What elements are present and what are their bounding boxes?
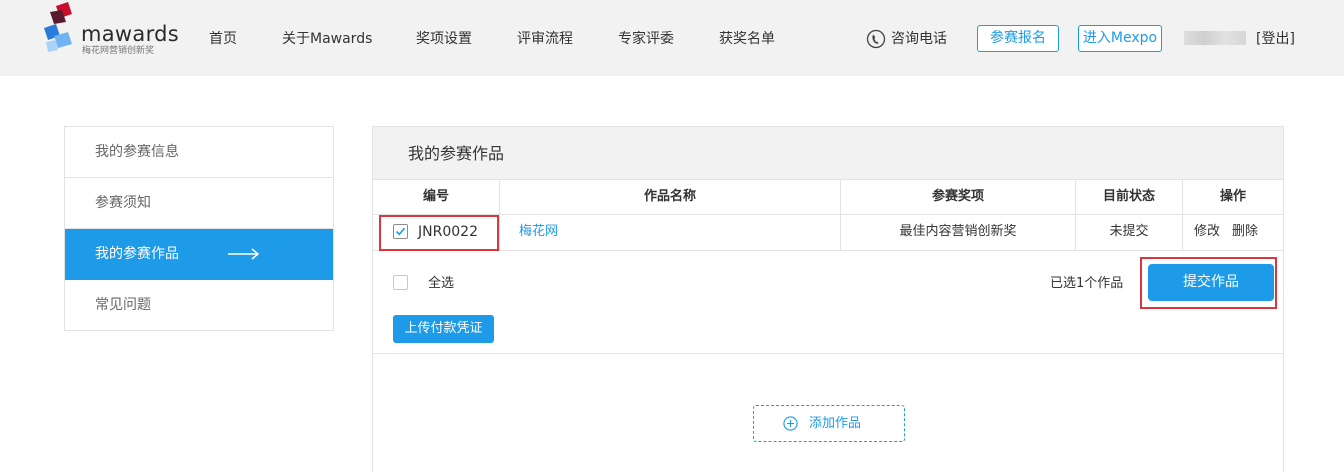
nav-awards[interactable]: 奖项设置 — [416, 30, 472, 48]
nav-winners[interactable]: 获奖名单 — [719, 30, 775, 48]
sidebar-item-label: 我的参赛作品 — [95, 246, 179, 262]
column-header-id: 编号 — [422, 189, 449, 204]
select-all-checkbox[interactable] — [393, 275, 408, 290]
work-award: 最佳内容营销创新奖 — [899, 224, 1017, 239]
phone-icon — [866, 29, 886, 49]
edit-link[interactable]: 修改 — [1194, 214, 1220, 250]
section-divider — [373, 353, 1283, 354]
works-panel: 我的参赛作品 编号 作品名称 参赛奖项 目前状态 操作 JNR0022 梅花网 … — [372, 126, 1284, 472]
column-header-status: 目前状态 — [1102, 189, 1155, 204]
delete-link[interactable]: 删除 — [1232, 214, 1258, 250]
nav-home[interactable]: 首页 — [209, 30, 237, 48]
sidebar-item-my-info[interactable]: 我的参赛信息 — [65, 127, 333, 178]
sidebar-item-my-works[interactable]: 我的参赛作品 — [65, 229, 333, 280]
arrow-right-icon — [228, 248, 260, 260]
logo-wordmark: mawards — [81, 22, 180, 46]
work-name-link[interactable]: 梅花网 — [519, 214, 558, 250]
sidebar-item-entry-notice[interactable]: 参赛须知 — [65, 178, 333, 229]
sidebar-item-faq[interactable]: 常见问题 — [65, 280, 333, 331]
register-button[interactable]: 参赛报名 — [977, 25, 1059, 52]
mawards-logo[interactable]: mawards 梅花网营销创新奖 — [42, 2, 179, 58]
phone-label[interactable]: 咨询电话 — [891, 30, 947, 48]
username-redacted — [1184, 31, 1246, 45]
add-work-label: 添加作品 — [809, 416, 862, 431]
highlight-box-work-id — [379, 215, 499, 251]
sidebar-menu: 我的参赛信息 参赛须知 我的参赛作品 常见问题 — [64, 126, 334, 331]
mawards-logo-icon — [44, 2, 72, 52]
nav-judging-process[interactable]: 评审流程 — [517, 30, 573, 48]
table-divider — [373, 250, 1283, 251]
plus-circle-icon — [783, 416, 798, 431]
work-status: 未提交 — [1109, 224, 1149, 239]
top-header: mawards 梅花网营销创新奖 首页 关于Mawards 奖项设置 评审流程 … — [0, 0, 1344, 76]
logo-tagline: 梅花网营销创新奖 — [82, 46, 155, 56]
column-header-work-name: 作品名称 — [643, 189, 696, 204]
selected-count-text: 已选1个作品 — [1050, 276, 1124, 291]
page-title: 我的参赛作品 — [408, 144, 505, 163]
nav-about[interactable]: 关于Mawards — [282, 30, 372, 48]
upload-payment-proof-button[interactable]: 上传付款凭证 — [393, 315, 494, 343]
add-work-button[interactable]: 添加作品 — [753, 405, 905, 442]
column-header-actions: 操作 — [1219, 189, 1246, 204]
highlight-box-submit — [1140, 257, 1277, 309]
select-all-label[interactable]: 全选 — [428, 275, 454, 293]
mexpo-button[interactable]: 进入Mexpo — [1078, 25, 1162, 52]
logout-link[interactable]: [登出] — [1256, 30, 1295, 48]
panel-header: 我的参赛作品 — [373, 127, 1283, 179]
column-header-award: 参赛奖项 — [931, 189, 984, 204]
nav-judges[interactable]: 专家评委 — [618, 30, 674, 48]
